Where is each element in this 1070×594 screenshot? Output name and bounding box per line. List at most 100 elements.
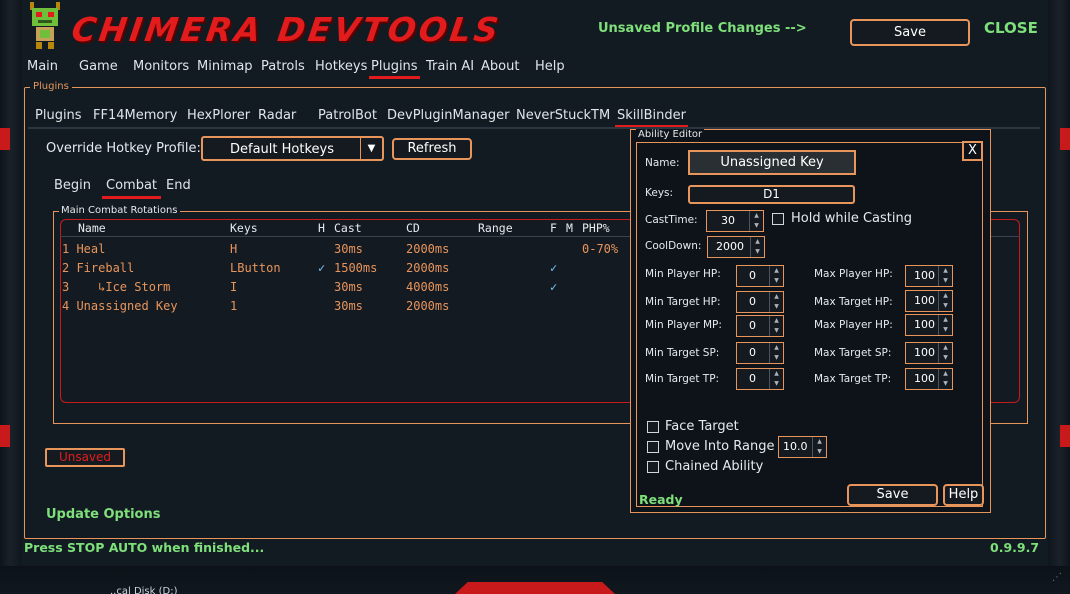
tab-neverstucktm[interactable]: NeverStuckTM xyxy=(516,108,610,123)
max-target-hp-value: 100 xyxy=(914,294,935,307)
plugins-panel-legend: Plugins xyxy=(30,81,72,92)
row-cd: 2000ms xyxy=(406,242,450,256)
col-h[interactable]: H xyxy=(318,221,325,235)
table-row[interactable]: 1 Heal H 30ms 2000ms 0-70% xyxy=(60,242,630,261)
nav-game[interactable]: Game xyxy=(79,59,118,74)
chevron-down-icon[interactable]: ▼ xyxy=(360,138,382,159)
refresh-button[interactable]: Refresh xyxy=(392,138,472,160)
row-keys: I xyxy=(230,280,238,294)
tab-begin[interactable]: Begin xyxy=(54,178,91,193)
frame-accent-right-1 xyxy=(1060,128,1070,150)
tab-ff14memory[interactable]: FF14Memory xyxy=(93,108,177,123)
stepper-arrows-icon[interactable]: ▲ ▼ xyxy=(938,369,952,389)
row-name: 3 ↳Ice Storm xyxy=(62,280,171,294)
col-cd[interactable]: CD xyxy=(406,221,420,235)
col-m[interactable]: M xyxy=(566,221,573,235)
move-into-range-checkbox[interactable] xyxy=(647,441,659,453)
tab-combat[interactable]: Combat xyxy=(101,178,162,199)
table-row[interactable]: 2 Fireball LButton ✓ 1500ms 2000ms ✓ xyxy=(60,261,630,280)
min-target-hp-value: 0 xyxy=(749,295,756,308)
max-player-hp-2-stepper[interactable]: 100 ▲ ▼ xyxy=(905,314,953,336)
stepper-arrows-icon[interactable]: ▲ ▼ xyxy=(938,343,952,363)
combat-rotations-legend: Main Combat Rotations xyxy=(59,205,180,216)
nav-hotkeys[interactable]: Hotkeys xyxy=(315,59,367,74)
ability-name-field[interactable]: Unassigned Key xyxy=(688,150,856,175)
max-player-hp-stepper[interactable]: 100 ▲ ▼ xyxy=(905,265,953,287)
stepper-arrows-icon[interactable]: ▲ ▼ xyxy=(938,291,952,311)
nav-train-ai[interactable]: Train AI xyxy=(426,59,474,74)
min-target-hp-stepper[interactable]: 0 ▲ ▼ xyxy=(736,291,784,313)
max-target-sp-value: 100 xyxy=(914,346,935,359)
resize-grip-icon[interactable]: ⋰ xyxy=(1052,572,1064,584)
hold-while-casting-checkbox[interactable] xyxy=(772,213,784,225)
stepper-arrows-icon[interactable]: ▲ ▼ xyxy=(749,211,763,231)
tab-end[interactable]: End xyxy=(166,178,191,193)
hotkey-profile-select[interactable]: Default Hotkeys ▼ xyxy=(201,136,384,161)
table-row[interactable]: 3 ↳Ice Storm I 30ms 4000ms ✓ xyxy=(60,280,630,299)
row-keys: 1 xyxy=(230,299,238,313)
tab-devpluginmanager[interactable]: DevPluginManager xyxy=(387,108,509,123)
ability-editor-close-button[interactable]: X xyxy=(962,141,983,161)
nav-minimap[interactable]: Minimap xyxy=(197,59,253,74)
table-row[interactable]: 4 Unassigned Key 1 30ms 2000ms xyxy=(60,299,630,318)
col-keys[interactable]: Keys xyxy=(230,221,258,235)
col-f[interactable]: F xyxy=(550,221,557,235)
cooldown-stepper[interactable]: 2000 ▲ ▼ xyxy=(707,236,765,258)
hold-while-casting-label: Hold while Casting xyxy=(791,211,912,226)
tab-plugins[interactable]: Plugins xyxy=(35,108,82,123)
tab-radar[interactable]: Radar xyxy=(258,108,296,123)
row-f-check: ✓ xyxy=(550,261,558,275)
tab-skillbinder[interactable]: SkillBinder xyxy=(615,108,688,128)
col-cast[interactable]: Cast xyxy=(334,221,362,235)
save-profile-button[interactable]: Save xyxy=(850,19,970,46)
casttime-value: 30 xyxy=(721,214,735,227)
tab-hexplorer[interactable]: HexPlorer xyxy=(187,108,250,123)
face-target-checkbox[interactable] xyxy=(647,421,659,433)
move-range-stepper[interactable]: 10.0 ▲ ▼ xyxy=(778,436,827,458)
chained-ability-checkbox[interactable] xyxy=(647,461,659,473)
stepper-arrows-icon[interactable]: ▲ ▼ xyxy=(769,316,783,336)
casttime-stepper[interactable]: 30 ▲ ▼ xyxy=(706,210,764,232)
min-player-hp-stepper[interactable]: 0 ▲ ▼ xyxy=(736,265,784,287)
col-php[interactable]: PHP% xyxy=(582,221,610,235)
row-cd: 4000ms xyxy=(406,280,450,294)
max-target-sp-stepper[interactable]: 100 ▲ ▼ xyxy=(905,342,953,364)
min-target-tp-stepper[interactable]: 0 ▲ ▼ xyxy=(736,368,784,390)
nav-help[interactable]: Help xyxy=(535,59,565,74)
nav-main[interactable]: Main xyxy=(27,59,58,74)
min-target-sp-value: 0 xyxy=(749,346,756,359)
max-player-hp-value: 100 xyxy=(914,269,935,282)
unsaved-status-badge: Unsaved xyxy=(45,448,125,467)
unsaved-changes-notice: Unsaved Profile Changes --> xyxy=(598,21,807,36)
ability-help-button[interactable]: Help xyxy=(943,484,984,506)
max-target-tp-stepper[interactable]: 100 ▲ ▼ xyxy=(905,368,953,390)
nav-monitors[interactable]: Monitors xyxy=(133,59,189,74)
stepper-arrows-icon[interactable]: ▲ ▼ xyxy=(769,292,783,312)
frame-accent-left-2 xyxy=(0,425,10,447)
row-keys: H xyxy=(230,242,238,256)
close-button[interactable]: CLOSE xyxy=(984,19,1038,37)
col-name[interactable]: Name xyxy=(78,221,106,235)
nav-plugins[interactable]: Plugins xyxy=(369,59,420,79)
stepper-arrows-icon[interactable]: ▲ ▼ xyxy=(769,266,783,286)
min-player-mp-stepper[interactable]: 0 ▲ ▼ xyxy=(736,315,784,337)
ability-keys-field[interactable]: D1 xyxy=(688,185,855,204)
stepper-arrows-icon[interactable]: ▲ ▼ xyxy=(938,266,952,286)
stepper-arrows-icon[interactable]: ▲ ▼ xyxy=(750,237,764,257)
stepper-arrows-icon[interactable]: ▲ ▼ xyxy=(769,369,783,389)
version-label: 0.9.9.7 xyxy=(990,540,1040,555)
stepper-arrows-icon[interactable]: ▲ ▼ xyxy=(812,437,826,457)
row-h-check: ✓ xyxy=(318,261,326,275)
min-target-sp-stepper[interactable]: 0 ▲ ▼ xyxy=(736,342,784,364)
stepper-arrows-icon[interactable]: ▲ ▼ xyxy=(938,315,952,335)
max-target-hp-stepper[interactable]: 100 ▲ ▼ xyxy=(905,290,953,312)
min-player-mp-label: Min Player MP: xyxy=(645,319,722,331)
stepper-arrows-icon[interactable]: ▲ ▼ xyxy=(769,343,783,363)
nav-patrols[interactable]: Patrols xyxy=(261,59,305,74)
nav-about[interactable]: About xyxy=(481,59,519,74)
update-options-link[interactable]: Update Options xyxy=(46,507,160,522)
ability-save-button[interactable]: Save xyxy=(847,484,938,506)
col-range[interactable]: Range xyxy=(478,221,513,235)
ability-editor-status: Ready xyxy=(639,492,683,507)
tab-patrolbot[interactable]: PatrolBot xyxy=(318,108,377,123)
